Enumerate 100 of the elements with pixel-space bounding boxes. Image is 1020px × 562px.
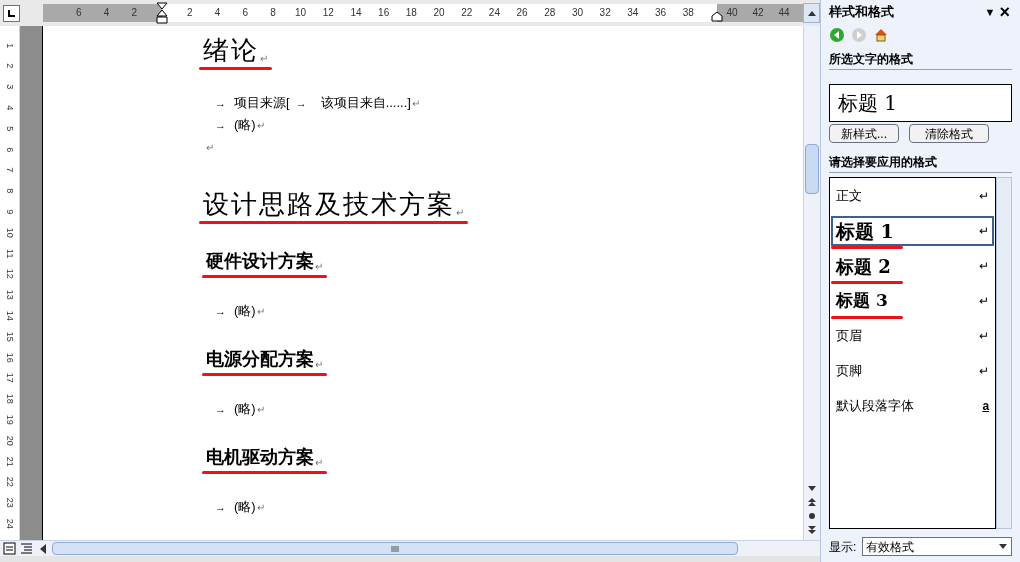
tab-arrow: → [215, 303, 227, 319]
section-heading: 所选文字的格式 [829, 50, 1012, 70]
ruler-number: 18 [404, 6, 418, 20]
paragraph-mark: ↵ [456, 206, 464, 220]
ruler-number: 20 [4, 435, 17, 446]
ruler-number: 2 [186, 6, 194, 20]
ruler-number: 34 [626, 6, 640, 20]
heading-text: 硬件设计方案 [206, 250, 314, 273]
ruler-number: 21 [4, 456, 17, 467]
scroll-left-icon[interactable] [39, 543, 47, 554]
ruler-number: 36 [653, 6, 668, 20]
style-item[interactable]: 默认段落字体 a [831, 391, 995, 421]
normal-view-icon[interactable] [3, 542, 16, 555]
paragraph-mark: ↵ [315, 260, 323, 274]
style-item[interactable]: 标题 3 ↵ [831, 286, 995, 316]
list-text: 项目来源[ [234, 94, 290, 113]
style-item[interactable]: 标题 1 ↵ [831, 216, 995, 246]
paragraph-mark: ↵ [260, 52, 268, 66]
tab-arrow: → [295, 95, 307, 111]
list-text: 该项目来自......] [320, 94, 411, 113]
ruler-number: 10 [294, 6, 308, 20]
pane-button[interactable]: 新样式... [829, 124, 899, 143]
style-type-mark: ↵ [979, 188, 990, 205]
paragraph-mark: ↵ [256, 500, 265, 515]
ruler-number: 18 [4, 393, 17, 404]
style-item[interactable]: 页眉 ↵ [831, 321, 995, 351]
style-type-mark: a [982, 398, 990, 415]
style-item[interactable]: 正文 ↵ [831, 181, 995, 211]
ruler-number: 6 [4, 146, 17, 152]
ruler-number: 1 [4, 42, 17, 48]
tab-arrow: → [215, 117, 227, 133]
ruler-number: 9 [4, 209, 17, 215]
ruler-number: 28 [543, 6, 557, 20]
scroll-thumb[interactable] [805, 144, 819, 194]
ruler-number: 13 [4, 289, 17, 300]
indent-marker-icon[interactable] [156, 2, 168, 24]
ruler-number: 30 [570, 6, 585, 20]
horizontal-scroll-thumb[interactable] [52, 542, 738, 555]
ruler-number: 6 [241, 6, 249, 20]
style-type-mark: ↵ [979, 363, 990, 380]
ruler-number: 2 [130, 6, 138, 20]
browse-object-icon[interactable] [807, 510, 817, 522]
ruler-number: 16 [377, 6, 391, 20]
ruler-number: 22 [4, 477, 17, 488]
scroll-up-button[interactable] [803, 3, 820, 23]
paragraph-mark: ↵ [315, 358, 323, 372]
home-icon[interactable] [873, 27, 889, 43]
style-type-mark: ↵ [979, 293, 990, 310]
list-scrollbar[interactable] [996, 177, 1012, 529]
ruler-number: 17 [4, 373, 17, 384]
current-style-box: 标题 1 [829, 84, 1012, 122]
style-type-mark: ↵ [979, 223, 990, 240]
pane-title: 样式和格式 [829, 3, 894, 22]
ruler-number: 7 [4, 167, 17, 173]
ruler-number: 44 [777, 6, 791, 20]
ruler-number: 20 [432, 6, 446, 20]
ruler-number: 11 [4, 248, 17, 259]
ruler-number: 12 [321, 6, 335, 20]
list-text: (略) [234, 498, 256, 517]
style-item[interactable]: 页脚 ↵ [831, 356, 995, 386]
grip-icon [391, 545, 399, 552]
show-label: 显示: [829, 538, 857, 556]
vertical-scrollbar[interactable] [803, 26, 820, 540]
ruler-number: 3 [4, 84, 17, 90]
paragraph-mark: ↵ [256, 118, 265, 133]
ruler-number: 14 [4, 310, 17, 321]
outline-view-icon[interactable] [20, 542, 33, 555]
list-text: (略) [234, 302, 256, 321]
ruler-number: 8 [269, 6, 277, 20]
heading-text: 电机驱动方案 [206, 446, 314, 469]
pane-menu-button[interactable]: ▼ [982, 3, 998, 21]
ruler-number: 4 [4, 105, 17, 111]
pane-button[interactable]: 清除格式 [909, 124, 989, 143]
ruler-number: 42 [751, 6, 765, 20]
style-item[interactable]: 标题 2 ↵ [831, 251, 995, 281]
ruler-number: 40 [725, 6, 739, 20]
ruler-number: 24 [4, 518, 17, 529]
paragraph-mark: ↵ [411, 96, 420, 111]
paragraph-mark: ↵ [256, 402, 265, 417]
next-page-icon[interactable] [807, 524, 817, 536]
up-arrow-icon [807, 10, 816, 16]
tab-stop-button[interactable] [3, 4, 20, 22]
annotation-underline [831, 246, 903, 249]
paragraph-mark: ↵ [315, 456, 323, 470]
paragraph-mark: ↵ [206, 140, 214, 155]
ruler-number: 16 [4, 352, 17, 363]
close-button[interactable]: × [997, 3, 1012, 21]
tab-arrow: → [215, 95, 227, 111]
heading-text: 设计思路及技术方案 [203, 188, 455, 220]
ruler-number: 32 [598, 6, 612, 20]
ruler-number: 4 [213, 6, 222, 20]
previous-page-icon[interactable] [807, 496, 817, 508]
ruler-number: 24 [487, 6, 501, 20]
ruler-number: 12 [4, 269, 17, 280]
show-dropdown[interactable]: 有效格式 [862, 537, 1012, 556]
left-tab-icon [7, 8, 16, 18]
ruler-number: 14 [349, 6, 363, 20]
right-indent-marker-icon[interactable] [711, 11, 723, 22]
ruler-number: 6 [75, 6, 83, 20]
style-type-mark: ↵ [979, 328, 990, 345]
